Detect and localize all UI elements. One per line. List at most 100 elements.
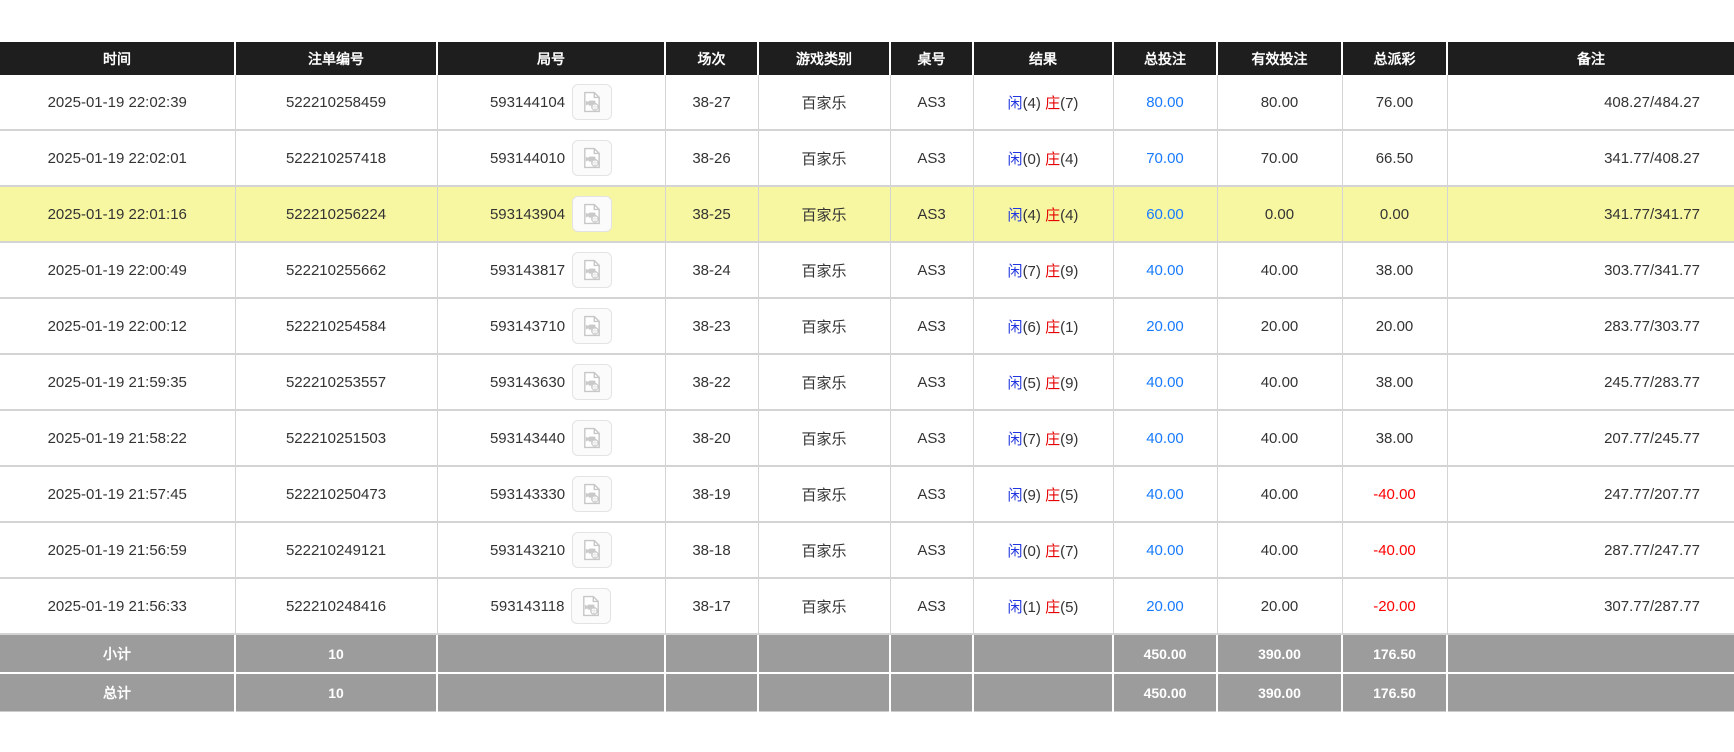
cell-result: 闲(1) 庄(5) — [973, 578, 1113, 634]
column-header-total_bet: 总投注 — [1113, 42, 1217, 75]
cell-total-bet[interactable]: 40.00 — [1113, 522, 1217, 578]
video-replay-button[interactable] — [572, 196, 612, 232]
column-header-valid_bet: 有效投注 — [1217, 42, 1342, 75]
cell-total-bet[interactable]: 80.00 — [1113, 75, 1217, 130]
cell-round-id: 593143210 — [437, 522, 665, 578]
column-header-time: 时间 — [0, 42, 235, 75]
video-replay-button[interactable] — [572, 364, 612, 400]
table-row[interactable]: 2025-01-19 21:58:22 522210251503 5931434… — [0, 410, 1734, 466]
cell-game-type: 百家乐 — [758, 242, 890, 298]
result-banker-score: (9) — [1060, 375, 1078, 392]
table-row[interactable]: 2025-01-19 22:02:39 522210258459 5931441… — [0, 75, 1734, 130]
result-player-label: 闲 — [1008, 431, 1023, 448]
cell-total-payout: 20.00 — [1342, 298, 1447, 354]
table-row[interactable]: 2025-01-19 22:00:49 522210255662 5931438… — [0, 242, 1734, 298]
cell-bet-id: 522210255662 — [235, 242, 437, 298]
video-replay-button[interactable] — [572, 532, 612, 568]
round-id-text: 593143817 — [490, 262, 565, 279]
cell-result: 闲(9) 庄(5) — [973, 466, 1113, 522]
video-replay-button[interactable] — [572, 308, 612, 344]
video-file-icon — [580, 146, 604, 170]
round-id-text: 593144010 — [490, 150, 565, 167]
result-banker-label: 庄 — [1045, 431, 1060, 448]
cell-round-id: 593143440 — [437, 410, 665, 466]
video-file-icon — [580, 482, 604, 506]
table-row[interactable]: 2025-01-19 22:02:01 522210257418 5931440… — [0, 130, 1734, 186]
result-banker-score: (9) — [1060, 263, 1078, 280]
cell-time: 2025-01-19 21:58:22 — [0, 410, 235, 466]
cell-table-no: AS3 — [890, 522, 973, 578]
result-banker-score: (4) — [1060, 151, 1078, 168]
video-replay-button[interactable] — [572, 476, 612, 512]
cell-round-id: 593144104 — [437, 75, 665, 130]
cell-time: 2025-01-19 22:02:01 — [0, 130, 235, 186]
table-row[interactable]: 2025-01-19 21:59:35 522210253557 5931436… — [0, 354, 1734, 410]
summary-empty-game-type — [758, 673, 890, 712]
cell-total-payout: 66.50 — [1342, 130, 1447, 186]
round-id-text: 593143118 — [491, 598, 565, 615]
video-replay-button[interactable] — [572, 140, 612, 176]
cell-result: 闲(5) 庄(9) — [973, 354, 1113, 410]
video-replay-button[interactable] — [572, 252, 612, 288]
result-player-score: (4) — [1023, 207, 1041, 224]
round-id-text: 593143440 — [490, 430, 565, 447]
cell-session: 38-19 — [665, 466, 758, 522]
cell-session: 38-24 — [665, 242, 758, 298]
summary-empty-result — [973, 673, 1113, 712]
result-player-score: (6) — [1023, 319, 1041, 336]
table-body: 2025-01-19 22:02:39 522210258459 5931441… — [0, 75, 1734, 634]
cell-total-bet[interactable]: 40.00 — [1113, 410, 1217, 466]
cell-total-payout: -40.00 — [1342, 466, 1447, 522]
cell-total-bet[interactable]: 40.00 — [1113, 242, 1217, 298]
column-header-remark: 备注 — [1447, 42, 1734, 75]
summary-empty-table-no — [890, 673, 973, 712]
video-file-icon — [580, 538, 604, 562]
cell-total-bet[interactable]: 20.00 — [1113, 298, 1217, 354]
cell-result: 闲(6) 庄(1) — [973, 298, 1113, 354]
video-replay-button[interactable] — [572, 84, 612, 120]
result-player-label: 闲 — [1008, 487, 1023, 504]
cell-result: 闲(4) 庄(7) — [973, 75, 1113, 130]
cell-remark: 303.77/341.77 — [1447, 242, 1734, 298]
column-header-result: 结果 — [973, 42, 1113, 75]
result-player-score: (4) — [1023, 95, 1041, 112]
cell-total-bet[interactable]: 60.00 — [1113, 186, 1217, 242]
table-row[interactable]: 2025-01-19 21:57:45 522210250473 5931433… — [0, 466, 1734, 522]
video-replay-button[interactable] — [572, 420, 612, 456]
result-player-label: 闲 — [1008, 207, 1023, 224]
cell-bet-id: 522210257418 — [235, 130, 437, 186]
cell-remark: 341.77/408.27 — [1447, 130, 1734, 186]
cell-table-no: AS3 — [890, 186, 973, 242]
result-player-label: 闲 — [1008, 263, 1023, 280]
result-banker-score: (4) — [1060, 207, 1078, 224]
cell-total-bet[interactable]: 40.00 — [1113, 354, 1217, 410]
table-row[interactable]: 2025-01-19 21:56:33 522210248416 5931431… — [0, 578, 1734, 634]
cell-time: 2025-01-19 21:57:45 — [0, 466, 235, 522]
cell-round-id: 593143710 — [437, 298, 665, 354]
round-id-text: 593144104 — [490, 94, 565, 111]
cell-result: 闲(0) 庄(7) — [973, 522, 1113, 578]
video-replay-button[interactable] — [571, 588, 611, 624]
cell-time: 2025-01-19 21:59:35 — [0, 354, 235, 410]
cell-round-id: 593144010 — [437, 130, 665, 186]
round-id-text: 593143630 — [490, 374, 565, 391]
cell-table-no: AS3 — [890, 578, 973, 634]
result-banker-label: 庄 — [1045, 599, 1060, 616]
table-row[interactable]: 2025-01-19 22:00:12 522210254584 5931437… — [0, 298, 1734, 354]
summary-label: 小计 — [0, 634, 235, 673]
round-id-text: 593143210 — [490, 542, 565, 559]
table-row[interactable]: 2025-01-19 22:01:16 522210256224 5931439… — [0, 186, 1734, 242]
cell-session: 38-27 — [665, 75, 758, 130]
cell-total-bet[interactable]: 20.00 — [1113, 578, 1217, 634]
column-header-total_payout: 总派彩 — [1342, 42, 1447, 75]
cell-result: 闲(7) 庄(9) — [973, 410, 1113, 466]
cell-total-bet[interactable]: 40.00 — [1113, 466, 1217, 522]
table-row[interactable]: 2025-01-19 21:56:59 522210249121 5931432… — [0, 522, 1734, 578]
table-footer: 小计 10 450.00 390.00 176.50 总计 10 450.00 … — [0, 634, 1734, 712]
summary-empty-table-no — [890, 634, 973, 673]
summary-empty-round — [437, 634, 665, 673]
cell-result: 闲(0) 庄(4) — [973, 130, 1113, 186]
cell-total-bet[interactable]: 70.00 — [1113, 130, 1217, 186]
result-player-score: (0) — [1023, 151, 1041, 168]
cell-valid-bet: 40.00 — [1217, 522, 1342, 578]
